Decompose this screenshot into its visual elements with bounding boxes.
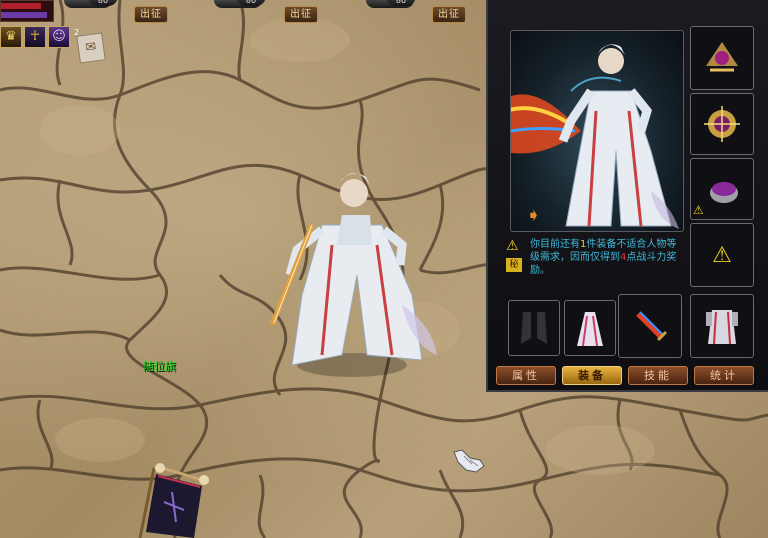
equip-slot-helmet[interactable] bbox=[690, 26, 754, 90]
bracelet-item-icon bbox=[710, 182, 738, 203]
equip-slot-boots[interactable] bbox=[508, 300, 560, 356]
amulet-item-icon bbox=[704, 106, 740, 142]
player-character[interactable] bbox=[262, 155, 452, 395]
deploy-button[interactable]: 出征 bbox=[134, 6, 168, 23]
character-equipment-panel: ➧ ⚠ ⚠ ⚠ 秘 你目前还有1件装备不适合人物等级需求，因而仅得到4点战斗力奖… bbox=[486, 0, 768, 392]
equip-slot-weapon[interactable] bbox=[618, 294, 682, 358]
equip-slot-amulet[interactable] bbox=[690, 93, 754, 155]
secret-badge[interactable]: 秘 bbox=[506, 258, 522, 272]
party-bar: 80 80 80 出征 出征 出征 bbox=[0, 0, 486, 26]
tab-statistics[interactable]: 统计 bbox=[694, 366, 754, 385]
tab-skills[interactable]: 技能 bbox=[628, 366, 688, 385]
mp-bar bbox=[1, 12, 47, 18]
equip-slot-locked[interactable]: ⚠ bbox=[690, 223, 754, 287]
deploy-button[interactable]: 出征 bbox=[284, 6, 318, 23]
deploy-button[interactable]: 出征 bbox=[432, 6, 466, 23]
sword-item-icon bbox=[636, 311, 668, 342]
hp-bar bbox=[1, 3, 41, 9]
boots-item-icon bbox=[521, 312, 547, 344]
npc-name-label[interactable]: 随位旗 bbox=[143, 358, 176, 374]
equip-slot-armor[interactable] bbox=[690, 294, 754, 358]
warning-icon: ⚠ bbox=[712, 242, 732, 268]
notice-text: 你目前还有1件装备不适合人物等级需求，因而仅得到4点战斗力奖励。 bbox=[530, 238, 680, 277]
hand-cursor-icon bbox=[453, 449, 485, 473]
warning-icon: ⚠ bbox=[506, 238, 519, 254]
portrait-character-figure bbox=[511, 44, 679, 229]
warning-icon: ⚠ bbox=[693, 203, 704, 217]
helmet-item-icon bbox=[706, 42, 738, 72]
robe-item-icon bbox=[577, 312, 603, 347]
equip-slot-robe[interactable] bbox=[564, 300, 616, 356]
equip-slot-bracelet[interactable]: ⚠ bbox=[690, 158, 754, 220]
armor-item-icon bbox=[706, 310, 738, 345]
guild-banner[interactable] bbox=[134, 462, 214, 538]
crown-buff-icon[interactable]: ♛ bbox=[0, 26, 22, 48]
portrait-buff-icon[interactable]: ☺ bbox=[48, 26, 70, 48]
tab-attributes[interactable]: 属性 bbox=[496, 366, 556, 385]
scroll-icon[interactable]: ✉ bbox=[76, 32, 106, 64]
player-status-bar bbox=[0, 0, 54, 22]
character-portrait bbox=[510, 30, 684, 232]
arrow-right-icon[interactable]: ➧ bbox=[526, 205, 541, 226]
notice-prefix: 你目前还有 bbox=[530, 239, 580, 250]
ankh-buff-icon[interactable]: ☥ bbox=[24, 26, 46, 48]
panel-tabs: 属性 装备 技能 统计 bbox=[496, 366, 762, 386]
tab-equipment[interactable]: 装备 bbox=[562, 366, 622, 385]
